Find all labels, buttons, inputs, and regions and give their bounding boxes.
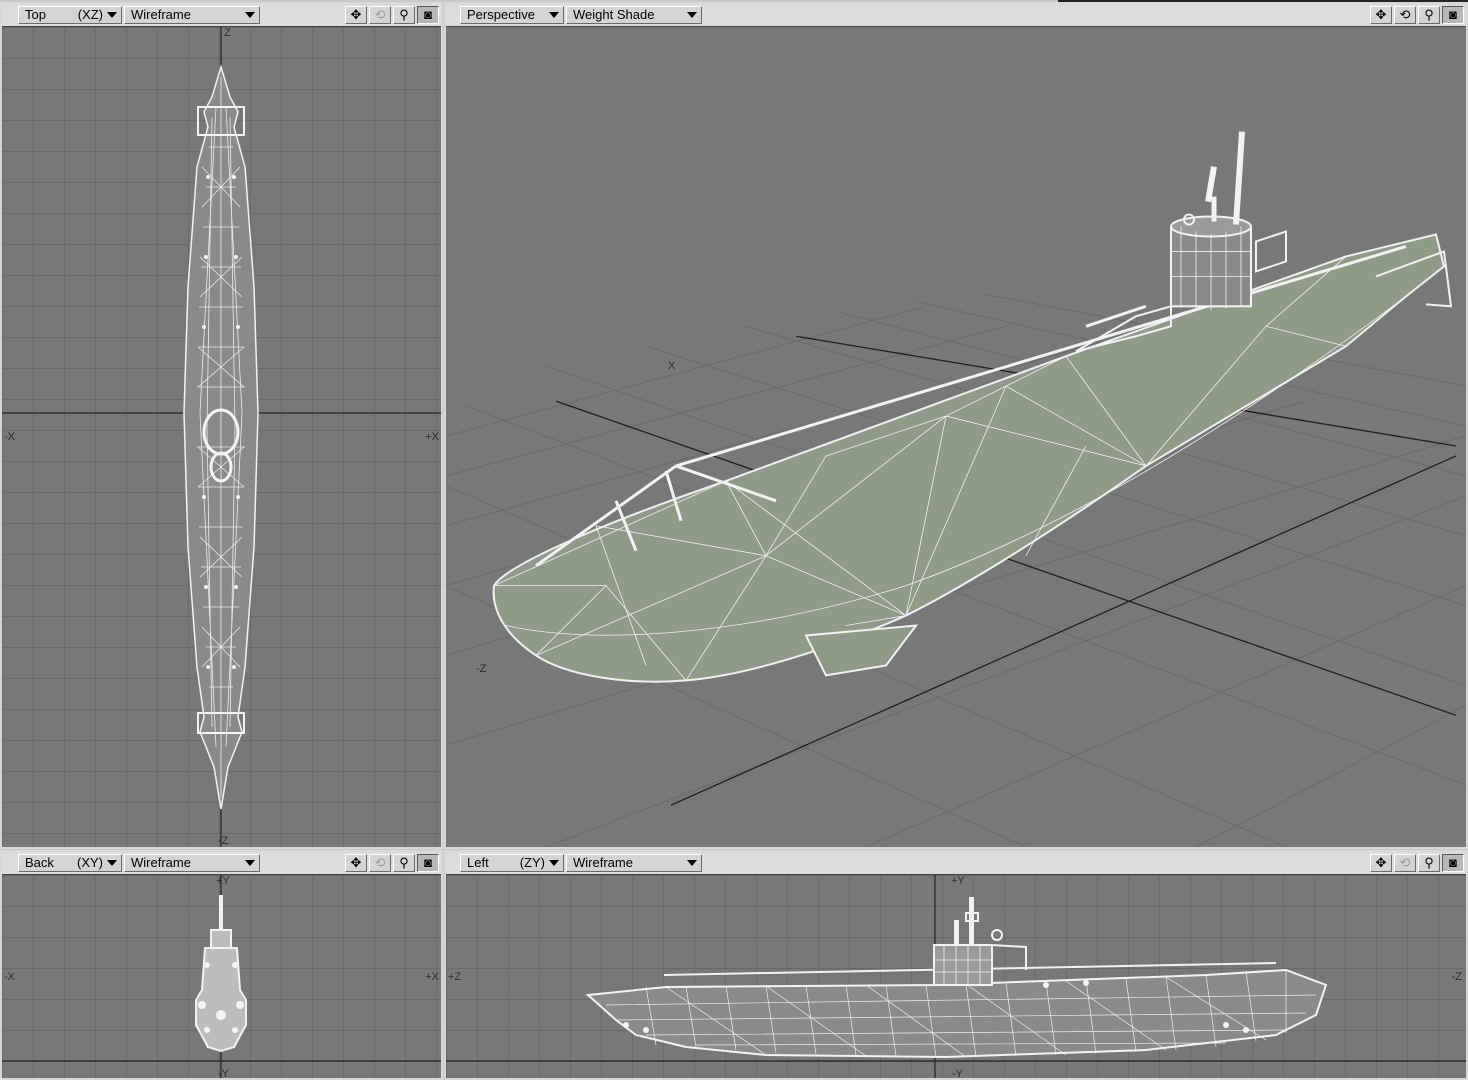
axis-code-label: (XZ): [77, 7, 103, 22]
axis-label-x: X: [668, 360, 676, 372]
dropdown-arrow-icon: [107, 12, 117, 18]
axis-label-north: Z: [224, 27, 231, 39]
viewport-canvas[interactable]: X -Z: [446, 27, 1466, 847]
mode-select-perspective[interactable]: Weight Shade: [566, 6, 702, 24]
axis-label-south: -Y: [952, 1068, 963, 1080]
axis-label-north: +Y: [216, 875, 230, 887]
axis-code-label: (XY): [77, 855, 103, 870]
zoom-icon[interactable]: ⚲: [393, 6, 415, 24]
viewport-tools: ✥ ⟲ ⚲ ◙: [1370, 854, 1464, 872]
move-icon[interactable]: ✥: [1370, 6, 1392, 24]
view-select-top[interactable]: Top (XZ): [18, 6, 122, 24]
axis-label-south: -Z: [218, 835, 229, 847]
viewport-canvas[interactable]: Z -Z -X +X: [2, 27, 441, 847]
maximize-icon[interactable]: ◙: [417, 6, 439, 24]
axis-label-west: +Z: [448, 971, 462, 983]
view-select-label: Back: [25, 855, 54, 870]
rotate-icon[interactable]: ⟲: [1394, 6, 1416, 24]
perspective-scene: [446, 131, 1466, 847]
axis-label-west: -X: [4, 971, 15, 983]
zoom-icon[interactable]: ⚲: [393, 854, 415, 872]
view-select-left[interactable]: Left (ZY): [460, 854, 564, 872]
viewport-perspective-toolbar: Perspective Weight Shade ✥ ⟲ ⚲ ◙: [446, 4, 1466, 27]
viewport-left[interactable]: Left (ZY) Wireframe ✥ ⟲ ⚲ ◙ +Y -Y +Z -Z: [444, 850, 1468, 1080]
viewport-top[interactable]: Top (XZ) Wireframe ✥ ⟲ ⚲ ◙ Z -Z -X +X: [0, 2, 443, 849]
dropdown-arrow-icon: [107, 860, 117, 866]
axis-label-south: -Y: [218, 1068, 229, 1080]
axis-label-east: -Z: [1451, 971, 1462, 983]
zoom-icon[interactable]: ⚲: [1418, 6, 1440, 24]
dropdown-arrow-icon: [687, 12, 697, 18]
view-select-back[interactable]: Back (XY): [18, 854, 122, 872]
dropdown-arrow-icon: [549, 860, 559, 866]
mode-select-left[interactable]: Wireframe: [566, 854, 702, 872]
rotate-icon[interactable]: ⟲: [369, 854, 391, 872]
mode-select-label: Wireframe: [131, 7, 191, 22]
rotate-icon[interactable]: ⟲: [369, 6, 391, 24]
back-view-wireframe: [2, 875, 441, 1078]
mode-select-label: Wireframe: [131, 855, 191, 870]
viewport-back[interactable]: Back (XY) Wireframe ✥ ⟲ ⚲ ◙ +Y -Y -X +X: [0, 850, 443, 1080]
viewport-canvas[interactable]: +Y -Y +Z -Z: [446, 875, 1466, 1078]
zoom-icon[interactable]: ⚲: [1418, 854, 1440, 872]
axis-label-z: -Z: [476, 663, 487, 675]
maximize-icon[interactable]: ◙: [417, 854, 439, 872]
mode-select-back[interactable]: Wireframe: [124, 854, 260, 872]
move-icon[interactable]: ✥: [345, 854, 367, 872]
viewport-back-toolbar: Back (XY) Wireframe ✥ ⟲ ⚲ ◙: [2, 852, 441, 875]
axis-label-north: +Y: [951, 875, 965, 887]
view-select-label: Top: [25, 7, 46, 22]
maximize-icon[interactable]: ◙: [1442, 854, 1464, 872]
top-view-wireframe: [2, 27, 441, 847]
axis-label-west: -X: [4, 431, 15, 443]
dropdown-arrow-icon: [549, 12, 559, 18]
view-select-label: Perspective: [467, 7, 535, 22]
view-select-label: Left: [467, 855, 489, 870]
viewport-perspective[interactable]: Perspective Weight Shade ✥ ⟲ ⚲ ◙ X -Z: [444, 2, 1468, 849]
mode-select-label: Weight Shade: [573, 7, 655, 22]
dropdown-arrow-icon: [687, 860, 697, 866]
dropdown-arrow-icon: [245, 12, 255, 18]
mode-select-label: Wireframe: [573, 855, 633, 870]
viewport-tools: ✥ ⟲ ⚲ ◙: [345, 854, 439, 872]
left-view-wireframe: [446, 875, 1466, 1078]
viewport-tools: ✥ ⟲ ⚲ ◙: [345, 6, 439, 24]
maximize-icon[interactable]: ◙: [1442, 6, 1464, 24]
mode-select-top[interactable]: Wireframe: [124, 6, 260, 24]
dropdown-arrow-icon: [245, 860, 255, 866]
rotate-icon[interactable]: ⟲: [1394, 854, 1416, 872]
view-select-perspective[interactable]: Perspective: [460, 6, 564, 24]
viewport-left-toolbar: Left (ZY) Wireframe ✥ ⟲ ⚲ ◙: [446, 852, 1466, 875]
axis-label-east: +X: [425, 971, 439, 983]
axis-label-east: +X: [425, 431, 439, 443]
move-icon[interactable]: ✥: [345, 6, 367, 24]
viewport-top-toolbar: Top (XZ) Wireframe ✥ ⟲ ⚲ ◙: [2, 4, 441, 27]
move-icon[interactable]: ✥: [1370, 854, 1392, 872]
axis-code-label: (ZY): [519, 855, 545, 870]
viewport-tools: ✥ ⟲ ⚲ ◙: [1370, 6, 1464, 24]
viewport-canvas[interactable]: +Y -Y -X +X: [2, 875, 441, 1078]
